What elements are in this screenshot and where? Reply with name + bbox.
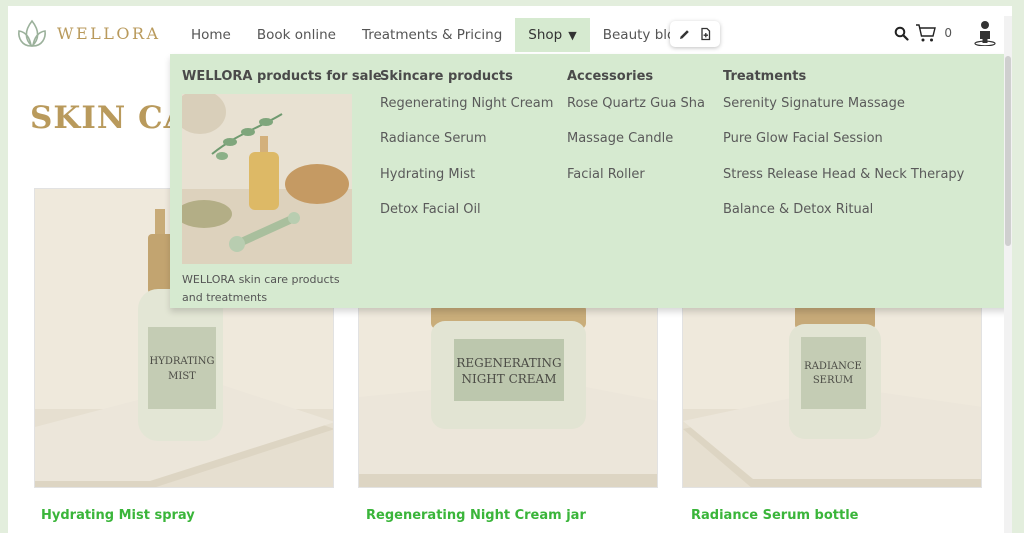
menu-link-detox-facial-oil[interactable]: Detox Facial Oil	[380, 201, 553, 236]
product-name[interactable]: Hydrating Mist spray	[41, 508, 195, 523]
site-header: WELLORA Home Book online Treatments & Pr…	[8, 6, 1012, 58]
cart-count: 0	[944, 26, 952, 40]
menu-link-stress-release-therapy[interactable]: Stress Release Head & Neck Therapy	[723, 166, 964, 201]
shop-mega-menu: WELLORA products for sale WELLORA skin c…	[170, 54, 1012, 308]
nav-shop[interactable]: Shop ▼	[515, 18, 590, 52]
brand-name: WELLORA	[57, 23, 161, 43]
promo-column: WELLORA products for sale WELLORA skin c…	[174, 69, 382, 307]
treatments-column: Treatments Serenity Signature Massage Pu…	[723, 69, 964, 236]
nav-home[interactable]: Home	[178, 18, 244, 52]
nav-book-online[interactable]: Book online	[244, 18, 349, 52]
product-label-line: MIST	[168, 371, 196, 382]
product-label-line: SERUM	[813, 375, 853, 386]
menu-link-facial-roller[interactable]: Facial Roller	[567, 166, 705, 201]
column-heading-accessories[interactable]: Accessories	[567, 69, 705, 84]
menu-link-serenity-signature-massage[interactable]: Serenity Signature Massage	[723, 95, 964, 130]
promo-heading[interactable]: WELLORA products for sale	[182, 69, 382, 84]
page: WELLORA Home Book online Treatments & Pr…	[8, 6, 1012, 533]
page-add-icon[interactable]	[698, 26, 714, 42]
menu-link-massage-candle[interactable]: Massage Candle	[567, 130, 705, 165]
column-heading-skincare[interactable]: Skincare products	[380, 69, 553, 84]
pencil-icon[interactable]	[676, 26, 692, 42]
menu-link-radiance-serum[interactable]: Radiance Serum	[380, 130, 553, 165]
product-label-line: NIGHT CREAM	[461, 372, 556, 386]
menu-link-balance-detox-ritual[interactable]: Balance & Detox Ritual	[723, 201, 964, 236]
product-label-line: RADIANCE	[804, 361, 862, 372]
account-icon[interactable]	[974, 20, 996, 46]
column-heading-treatments[interactable]: Treatments	[723, 69, 964, 84]
main-nav: Home Book online Treatments & Pricing Sh…	[178, 18, 732, 52]
skincare-column: Skincare products Regenerating Night Cre…	[380, 69, 553, 236]
product-label-line: HYDRATING	[150, 356, 215, 367]
nav-shop-label: Shop	[528, 27, 563, 43]
edit-toolbar	[670, 21, 720, 47]
caret-down-icon: ▼	[568, 28, 577, 42]
leaf-logo-icon	[18, 19, 46, 48]
menu-link-pure-glow-facial-session[interactable]: Pure Glow Facial Session	[723, 130, 964, 165]
nav-treatments-pricing[interactable]: Treatments & Pricing	[349, 18, 515, 52]
menu-link-rose-quartz-gua-sha[interactable]: Rose Quartz Gua Sha	[567, 95, 705, 130]
menu-link-regenerating-night-cream[interactable]: Regenerating Night Cream	[380, 95, 553, 130]
search-icon[interactable]	[894, 26, 909, 41]
product-name[interactable]: Radiance Serum bottle	[691, 508, 858, 523]
cart-icon[interactable]	[915, 23, 937, 43]
product-name[interactable]: Regenerating Night Cream jar	[366, 508, 586, 523]
promo-caption: WELLORA skin care products and treatment…	[182, 273, 340, 304]
promo-image[interactable]	[174, 90, 352, 264]
scrollbar-thumb[interactable]	[1005, 56, 1011, 246]
product-label-line: REGENERATING	[456, 356, 561, 370]
logo[interactable]: WELLORA	[15, 16, 161, 50]
header-icons: 0	[894, 20, 996, 46]
menu-link-hydrating-mist[interactable]: Hydrating Mist	[380, 166, 553, 201]
scrollbar[interactable]	[1004, 16, 1012, 533]
accessories-column: Accessories Rose Quartz Gua Sha Massage …	[567, 69, 705, 201]
